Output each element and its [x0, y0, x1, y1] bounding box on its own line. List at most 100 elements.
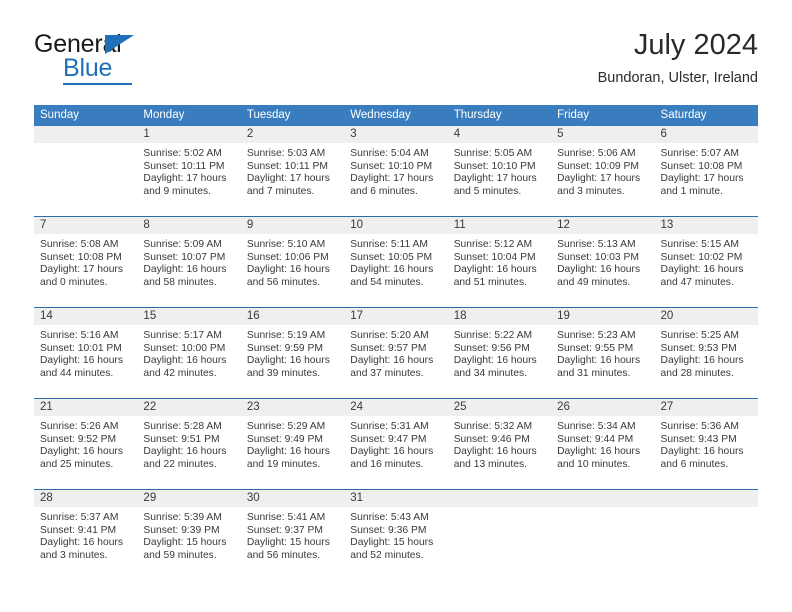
day-number-band: 27: [654, 399, 758, 416]
sunrise-text: Sunrise: 5:19 AM: [246, 330, 326, 341]
daylight-text-cont: and 6 minutes.: [350, 185, 418, 197]
day-number-band: 19: [551, 308, 655, 325]
sunrise-text: Sunrise: 5:25 AM: [660, 330, 739, 341]
day-cell[interactable]: 30 Sunrise: 5:41 AM Sunset: 9:37 PM Dayligh…: [240, 490, 345, 580]
day-cell[interactable]: 12 Sunrise: 5:13 AM Sunset: 10:03 PM Daylig…: [551, 217, 655, 307]
daylight-text-cont: and 47 minutes.: [660, 276, 734, 288]
sunrise-text: Sunrise: 5:31 AM: [350, 421, 429, 432]
day-cell[interactable]: 13 Sunrise: 5:15 AM Sunset: 10:02 PM Daylig…: [654, 217, 758, 307]
sunrise-text: Sunrise: 5:10 AM: [246, 239, 326, 250]
week-cells: 14 Sunrise: 5:16 AM Sunset: 10:01 PM Daylig…: [34, 308, 758, 398]
day-details: Sunrise: 5:37 AM Sunset: 9:41 PM Daylight:…: [34, 507, 137, 562]
day-cell[interactable]: 9 Sunrise: 5:10 AM Sunset: 10:06 PM Dayligh…: [240, 217, 345, 307]
day-number-band: 31: [344, 490, 448, 507]
day-cell[interactable]: 8 Sunrise: 5:09 AM Sunset: 10:07 PM Dayligh…: [137, 217, 241, 307]
sunrise-text: Sunrise: 5:28 AM: [143, 421, 222, 432]
general-blue-logo[interactable]: General Blue: [34, 30, 234, 86]
daylight-text: Daylight: 16 hours: [246, 264, 330, 276]
day-cell[interactable]: 19 Sunrise: 5:23 AM Sunset: 9:55 PM Dayligh…: [551, 308, 655, 398]
sunset-text: Sunset: 10:07 PM: [143, 251, 226, 263]
day-cell[interactable]: 14 Sunrise: 5:16 AM Sunset: 10:01 PM Daylig…: [34, 308, 138, 398]
day-cell[interactable]: 5 Sunrise: 5:06 AM Sunset: 10:09 PM Dayligh…: [551, 126, 655, 216]
day-number-band: 2: [240, 126, 345, 143]
day-cell[interactable]: 4 Sunrise: 5:05 AM Sunset: 10:10 PM Dayligh…: [447, 126, 552, 216]
sunrise-text: Sunrise: 5:34 AM: [557, 421, 636, 432]
daylight-text-cont: and 6 minutes.: [660, 458, 729, 470]
day-cell[interactable]: 25 Sunrise: 5:32 AM Sunset: 9:46 PM Dayligh…: [447, 399, 552, 489]
daylight-text-cont: and 56 minutes.: [246, 276, 321, 288]
day-number-band: 9: [240, 217, 345, 234]
sunrise-text: Sunrise: 5:17 AM: [143, 330, 222, 341]
calendar-week-row: 1 Sunrise: 5:02 AM Sunset: 10:11 PM Dayligh…: [34, 126, 758, 216]
sunset-text: Sunset: 9:53 PM: [660, 342, 737, 354]
day-details: Sunrise: 5:26 AM Sunset: 9:52 PM Daylight:…: [34, 416, 137, 471]
day-cell[interactable]: 11 Sunrise: 5:12 AM Sunset: 10:04 PM Daylig…: [447, 217, 552, 307]
day-number-band: 29: [137, 490, 241, 507]
week-cells: 1 Sunrise: 5:02 AM Sunset: 10:11 PM Dayligh…: [34, 126, 758, 216]
day-cell[interactable]: 18 Sunrise: 5:22 AM Sunset: 9:56 PM Dayligh…: [447, 308, 552, 398]
sunrise-text: Sunrise: 5:41 AM: [246, 512, 326, 523]
daylight-text: Daylight: 16 hours: [660, 355, 744, 367]
triangle-icon: [105, 35, 134, 54]
sunrise-text: Sunrise: 5:26 AM: [40, 421, 119, 432]
sunrise-text: Sunrise: 5:03 AM: [246, 148, 326, 159]
day-cell[interactable]: 21 Sunrise: 5:26 AM Sunset: 9:52 PM Dayligh…: [34, 399, 138, 489]
sunrise-text: Sunrise: 5:36 AM: [660, 421, 739, 432]
day-cell[interactable]: 15 Sunrise: 5:17 AM Sunset: 10:00 PM Daylig…: [137, 308, 241, 398]
day-number: 19: [557, 310, 570, 322]
daylight-text-cont: and 28 minutes.: [660, 367, 734, 379]
sunset-text: Sunset: 9:46 PM: [453, 433, 530, 445]
day-cell[interactable]: 10 Sunrise: 5:11 AM Sunset: 10:05 PM Daylig…: [344, 217, 448, 307]
sunset-text: Sunset: 9:57 PM: [350, 342, 427, 354]
sunrise-text: Sunrise: 5:05 AM: [453, 148, 533, 159]
day-details: Sunrise: 5:20 AM Sunset: 9:57 PM Daylight:…: [344, 325, 447, 380]
calendar-weeks: 1 Sunrise: 5:02 AM Sunset: 10:11 PM Dayligh…: [34, 126, 758, 580]
weekday-header-row: Sunday Monday Tuesday Wednesday Thursday Frid…: [34, 105, 758, 126]
sunrise-text: Sunrise: 5:22 AM: [453, 330, 533, 341]
day-cell[interactable]: 26 Sunrise: 5:34 AM Sunset: 9:44 PM Dayligh…: [551, 399, 655, 489]
day-number: 12: [557, 219, 570, 231]
sunset-text: Sunset: 9:43 PM: [660, 433, 737, 445]
day-cell[interactable]: 17 Sunrise: 5:20 AM Sunset: 9:57 PM Dayligh…: [344, 308, 448, 398]
day-cell[interactable]: 20 Sunrise: 5:25 AM Sunset: 9:53 PM Dayligh…: [654, 308, 758, 398]
day-number: 29: [143, 492, 157, 504]
day-cell[interactable]: 1 Sunrise: 5:02 AM Sunset: 10:11 PM Dayligh…: [137, 126, 241, 216]
day-details: [448, 507, 551, 512]
day-cell[interactable]: 23 Sunrise: 5:29 AM Sunset: 9:49 PM Dayligh…: [240, 399, 345, 489]
day-number-band: [34, 126, 138, 143]
day-number: 23: [246, 401, 260, 413]
weekday-header-friday: Friday: [557, 109, 590, 121]
day-cell[interactable]: 6 Sunrise: 5:07 AM Sunset: 10:08 PM Dayligh…: [654, 126, 758, 216]
sunrise-text: Sunrise: 5:43 AM: [350, 512, 429, 523]
logo-word-blue: Blue: [63, 54, 113, 82]
calendar-week-row: 28 Sunrise: 5:37 AM Sunset: 9:41 PM Dayligh…: [34, 489, 758, 580]
daylight-text: Daylight: 16 hours: [246, 446, 330, 458]
day-cell[interactable]: 24 Sunrise: 5:31 AM Sunset: 9:47 PM Dayligh…: [344, 399, 448, 489]
sunrise-text: Sunrise: 5:29 AM: [246, 421, 326, 432]
day-number: 28: [40, 492, 53, 504]
sunrise-text: Sunrise: 5:32 AM: [453, 421, 533, 432]
weekday-header-wednesday: Wednesday: [350, 109, 411, 121]
day-details: Sunrise: 5:13 AM Sunset: 10:03 PM Daylight…: [551, 234, 654, 289]
day-number: 17: [350, 310, 364, 322]
day-cell[interactable]: 16 Sunrise: 5:19 AM Sunset: 9:59 PM Dayligh…: [240, 308, 345, 398]
title-block: July 2024 Bundoran, Ulster, Ireland: [598, 28, 758, 88]
daylight-text-cont: and 3 minutes.: [40, 549, 108, 561]
day-cell[interactable]: 22 Sunrise: 5:28 AM Sunset: 9:51 PM Dayligh…: [137, 399, 241, 489]
sunrise-text: Sunrise: 5:15 AM: [660, 239, 739, 250]
day-cell[interactable]: 28 Sunrise: 5:37 AM Sunset: 9:41 PM Dayligh…: [34, 490, 138, 580]
daylight-text: Daylight: 16 hours: [40, 355, 123, 367]
day-cell[interactable]: 2 Sunrise: 5:03 AM Sunset: 10:11 PM Dayligh…: [240, 126, 345, 216]
day-cell[interactable]: 29 Sunrise: 5:39 AM Sunset: 9:39 PM Dayligh…: [137, 490, 241, 580]
day-cell[interactable]: 3 Sunrise: 5:04 AM Sunset: 10:10 PM Dayligh…: [344, 126, 448, 216]
day-number: 10: [350, 219, 364, 231]
sunrise-text: Sunrise: 5:09 AM: [143, 239, 222, 250]
day-details: Sunrise: 5:11 AM Sunset: 10:05 PM Daylight…: [344, 234, 447, 289]
day-details: Sunrise: 5:16 AM Sunset: 10:01 PM Daylight…: [34, 325, 137, 380]
day-details: Sunrise: 5:04 AM Sunset: 10:10 PM Daylight…: [344, 143, 447, 198]
day-number: 3: [350, 128, 357, 140]
day-cell[interactable]: 27 Sunrise: 5:36 AM Sunset: 9:43 PM Dayligh…: [654, 399, 758, 489]
day-number: 21: [40, 401, 53, 413]
day-cell[interactable]: 7 Sunrise: 5:08 AM Sunset: 10:08 PM Dayligh…: [34, 217, 138, 307]
day-cell[interactable]: 31 Sunrise: 5:43 AM Sunset: 9:36 PM Dayligh…: [344, 490, 448, 580]
